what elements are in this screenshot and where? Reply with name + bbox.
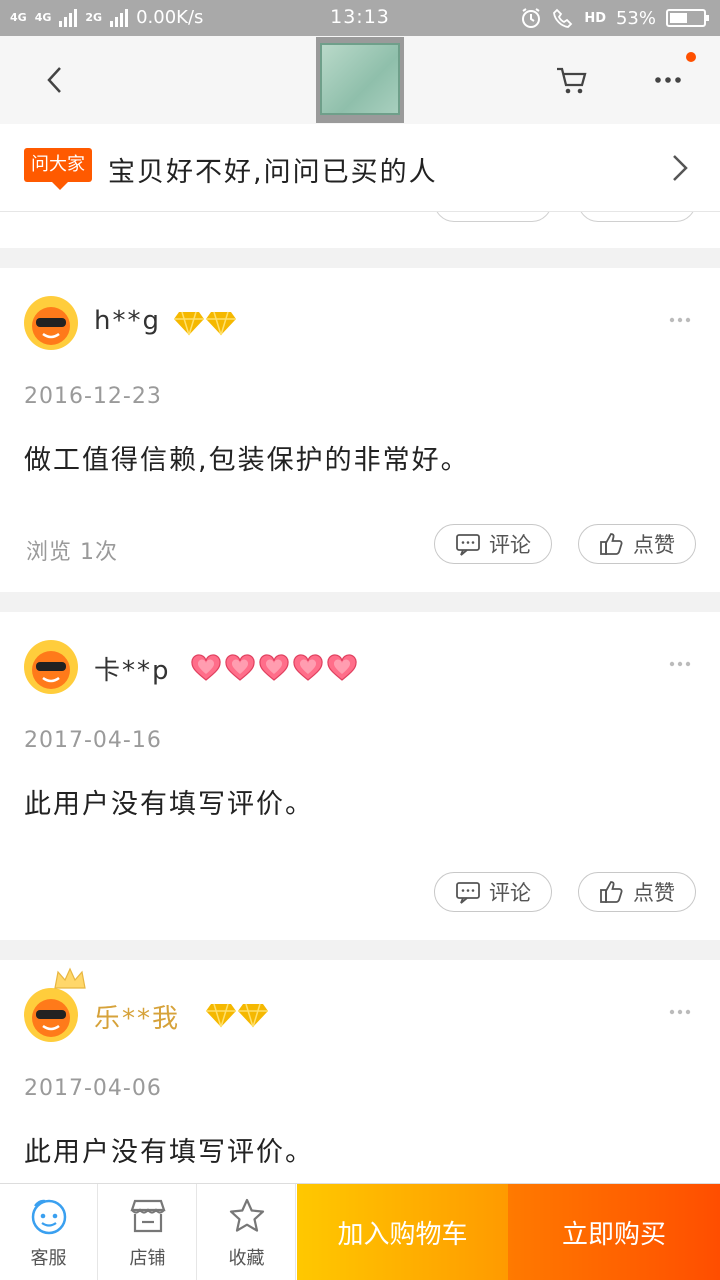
like-label: 点赞 [633,881,675,905]
review-date: 2017-04-16 [24,728,162,753]
battery-fill [670,13,687,23]
comment-icon [456,882,480,904]
like-button[interactable]: 点赞 [578,872,696,912]
hd-label: HD [584,10,606,26]
review-date: 2016-12-23 [24,384,162,409]
customer-service-tab[interactable]: 客服 [0,1184,98,1280]
heart-icon [327,654,357,681]
avatar[interactable] [24,296,78,350]
ask-everyone-banner[interactable]: 问大家 宝贝好不好,问问已买的人 [0,124,720,212]
thumbs-up-icon [600,881,623,903]
view-count: 浏览 1次 [26,540,118,565]
level-badges [206,1002,268,1028]
crown-icon [54,967,86,989]
avatar[interactable] [24,640,78,694]
heart-icon [191,654,221,681]
chevron-right-icon [673,155,688,181]
diamond-icon [238,1003,268,1028]
username: 卡**p [94,656,171,686]
review-content: 此用户没有填写评价。 [24,1137,314,1168]
review-content: 做工值得信赖,包装保护的非常好。 [24,445,470,476]
comment-button[interactable]: 评论 [434,524,552,564]
previous-review-partial [0,212,720,248]
favorite-label: 收藏 [228,1248,265,1269]
status-bar: 4G 4G 2G 0.00K/s 13:13 HD 53% [0,0,720,36]
review-card: 卡**p 2017-04-16 此用户没有填写评价。 评论 点赞 [0,612,720,940]
product-image [320,43,400,115]
like-button[interactable]: 点赞 [578,524,696,564]
back-arrow-icon[interactable] [36,60,76,100]
notification-dot [686,52,696,62]
product-thumbnail[interactable] [316,37,404,123]
level-badges [190,654,358,682]
comment-button-partial[interactable] [434,212,552,222]
comment-label: 评论 [489,533,531,557]
comment-label: 评论 [489,881,531,905]
shop-label: 店铺 [129,1248,166,1269]
username: 乐**我 [94,1004,181,1034]
status-right: HD 53% [520,7,709,29]
cart-icon[interactable] [552,60,592,100]
ask-badge: 问大家 [24,148,92,190]
buy-now-button[interactable]: 立即购买 [508,1184,720,1280]
heart-icon [225,654,255,681]
service-label: 客服 [30,1248,67,1269]
diamond-icon [174,311,204,336]
more-options-icon[interactable] [668,308,692,332]
review-card: 乐**我 2017-04-06 此用户没有填写评价。 [0,960,720,1183]
app-root: 4G 4G 2G 0.00K/s 13:13 HD 53% 问大家 宝贝好不好,… [0,0,720,1280]
like-label: 点赞 [633,533,675,557]
heart-icon [293,654,323,681]
favorite-tab[interactable]: 收藏 [198,1184,296,1280]
more-options-icon[interactable] [668,1000,692,1024]
bottom-action-bar: 客服 店铺 收藏 加入购物车 立即购买 [0,1183,720,1280]
comment-button[interactable]: 评论 [434,872,552,912]
avatar[interactable] [24,988,78,1042]
username: h**g [94,306,161,336]
review-date: 2017-04-06 [24,1076,162,1101]
diamond-icon [206,1003,236,1028]
battery-icon [666,9,709,27]
call-icon [553,8,573,28]
ask-text: 宝贝好不好,问问已买的人 [108,157,438,188]
service-icon [31,1199,67,1235]
shop-tab[interactable]: 店铺 [99,1184,197,1280]
review-card: h**g 2016-12-23 做工值得信赖,包装保护的非常好。 浏览 1次 评… [0,268,720,592]
thumbs-up-icon [600,533,623,555]
comment-icon [456,534,480,556]
level-badges [174,310,236,336]
heart-icon [259,654,289,681]
battery-percent: 53% [615,7,656,29]
review-content: 此用户没有填写评价。 [24,789,314,820]
star-icon [229,1198,265,1232]
add-to-cart-button[interactable]: 加入购物车 [297,1184,508,1280]
more-icon[interactable] [648,60,688,100]
diamond-icon [206,311,236,336]
shop-icon [130,1199,166,1233]
like-button-partial[interactable] [578,212,696,222]
top-nav [0,36,720,124]
more-options-icon[interactable] [668,652,692,676]
alarm-icon [522,8,541,28]
